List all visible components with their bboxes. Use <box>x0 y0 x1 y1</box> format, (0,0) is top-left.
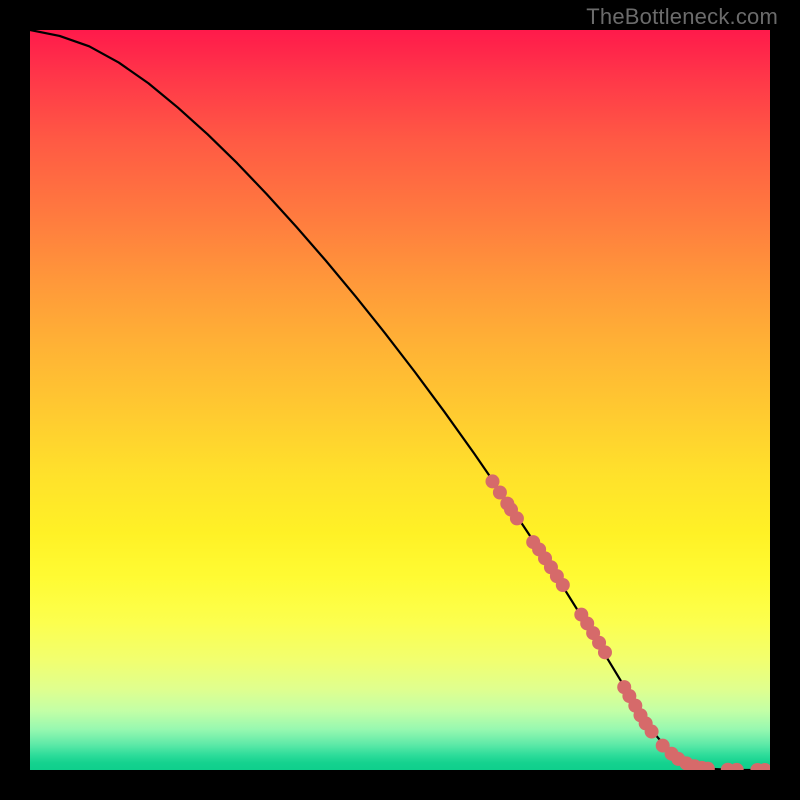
data-marker <box>730 763 744 770</box>
data-marker <box>598 645 612 659</box>
plot-area <box>30 30 770 770</box>
data-marker <box>645 725 659 739</box>
main-curve <box>30 30 770 770</box>
chart-svg <box>30 30 770 770</box>
data-marker <box>556 578 570 592</box>
watermark-text: TheBottleneck.com <box>586 4 778 30</box>
chart-frame: TheBottleneck.com <box>0 0 800 800</box>
data-marker <box>510 511 524 525</box>
marker-group <box>486 474 771 770</box>
